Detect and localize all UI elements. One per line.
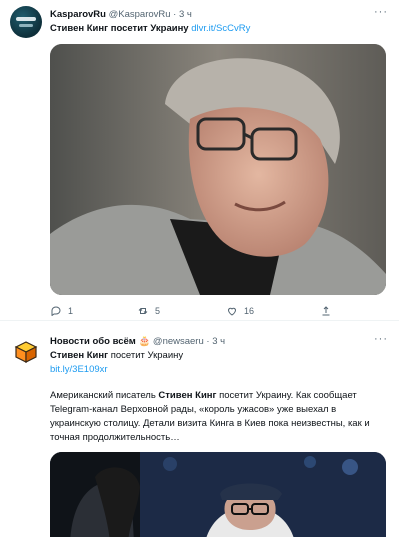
author-handle[interactable]: @KasparovRu xyxy=(109,9,171,20)
tweet-title-line: Стивен Кинг посетит Украину xyxy=(50,349,183,363)
tweet-actions: 1 5 16 xyxy=(50,304,380,318)
reply-button[interactable]: 1 xyxy=(50,304,73,318)
reply-count: 1 xyxy=(68,306,74,316)
like-count: 16 xyxy=(244,306,255,316)
share-icon xyxy=(322,306,330,316)
tweet-link[interactable]: bit.ly/3E109xr xyxy=(50,364,108,375)
event-photo-illustration xyxy=(50,452,386,537)
tweet-newsaeru[interactable]: Новости обо всём 🎂 @newsaeru · 3 ч ··· С… xyxy=(0,321,399,537)
tweet-title-bold: Стивен Кинг xyxy=(50,350,109,361)
header-separator: · xyxy=(173,9,177,20)
author-name[interactable]: Новости обо всём xyxy=(50,336,136,347)
tweet-header: KasparovRu @KasparovRu · 3 ч xyxy=(50,9,192,21)
heart-icon xyxy=(228,307,236,316)
tweet-time[interactable]: 3 ч xyxy=(212,336,225,347)
share-button[interactable] xyxy=(320,304,332,318)
more-options-icon[interactable]: ··· xyxy=(374,6,388,18)
author-handle[interactable]: @newsaeru xyxy=(153,336,204,347)
tweet-title: Стивен Кинг посетит Украину xyxy=(50,23,189,34)
author-name[interactable]: KasparovRu xyxy=(50,9,106,20)
portrait-illustration xyxy=(50,44,386,295)
tweet-body-part1: Американский писатель xyxy=(50,390,159,401)
more-options-icon[interactable]: ··· xyxy=(374,333,388,345)
tweet-text: Стивен Кинг посетит Украину dlvr.it/ScCv… xyxy=(50,22,250,36)
tweet-kasparovru[interactable]: KasparovRu @KasparovRu · 3 ч ··· Стивен … xyxy=(0,0,399,320)
tweet-title-rest: посетит Украину xyxy=(108,350,184,361)
avatar[interactable] xyxy=(10,6,42,38)
tweet-photo[interactable] xyxy=(50,452,386,537)
tweet-photo[interactable] xyxy=(50,44,386,295)
tweet-time[interactable]: 3 ч xyxy=(179,9,192,20)
tweet-body: Американский писатель Стивен Кинг посети… xyxy=(50,389,388,445)
cube-avatar-icon[interactable] xyxy=(14,340,38,364)
like-button[interactable]: 16 xyxy=(226,304,254,318)
tweet-body-bold: Стивен Кинг xyxy=(158,390,217,401)
tweet-link[interactable]: dlvr.it/ScCvRy xyxy=(191,23,250,34)
retweet-icon xyxy=(138,308,148,314)
author-emoji: 🎂 xyxy=(138,336,151,347)
avatar-logo-band-secondary xyxy=(19,24,33,27)
avatar-logo-band xyxy=(16,17,36,21)
tweet-header: Новости обо всём 🎂 @newsaeru · 3 ч xyxy=(50,336,225,348)
reply-icon xyxy=(51,306,61,316)
retweet-count: 5 xyxy=(155,306,161,316)
header-separator: · xyxy=(206,336,210,347)
tweet-link-line: bit.ly/3E109xr xyxy=(50,363,108,377)
retweet-button[interactable]: 5 xyxy=(137,304,160,318)
